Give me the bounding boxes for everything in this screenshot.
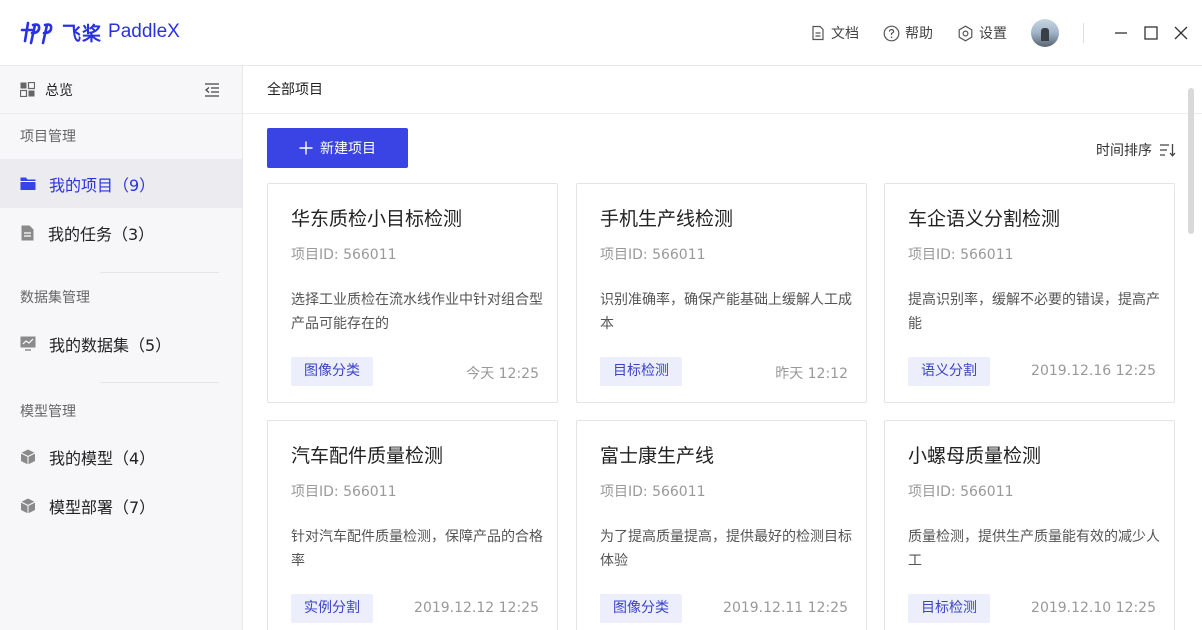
maximize-icon	[1144, 26, 1158, 40]
brand-name-en: PaddleX	[108, 21, 180, 42]
document-icon	[21, 225, 34, 240]
settings-label: 设置	[979, 26, 1007, 42]
project-time: 2019.12.11 12:25	[723, 600, 848, 616]
close-button[interactable]	[1166, 18, 1196, 48]
project-time: 2019.12.12 12:25	[414, 600, 539, 616]
sidebar-item-model-deploy[interactable]: 模型部署（7）	[0, 481, 242, 530]
project-time: 昨天 12:12	[775, 366, 848, 382]
logo[interactable]: 飞桨 PaddleX	[20, 18, 180, 46]
main-content: 全部项目 新建项目 时间排序 华东质检小目标检测 项目ID: 566011 选择…	[243, 66, 1202, 630]
divider	[1083, 23, 1084, 43]
settings-icon	[958, 25, 973, 41]
project-type-tag: 图像分类	[291, 357, 373, 386]
project-title: 手机生产线检测	[600, 208, 734, 230]
project-description: 针对汽车配件质量检测，保障产品的合格率	[291, 529, 543, 569]
paddle-logo-icon	[20, 21, 53, 45]
project-type-tag: 语义分割	[908, 357, 990, 386]
menu-fold-icon	[204, 83, 219, 97]
sidebar: 总览 项目管理 我的项目（9） 我的任务（3） 数据集管理 我的数据集（5） 模…	[0, 66, 243, 630]
project-id: 项目ID: 566011	[600, 484, 706, 500]
project-type-tag: 图像分类	[600, 594, 682, 623]
project-card[interactable]: 富士康生产线 项目ID: 566011 为了提高质量提高，提供最好的检测目标体验…	[576, 420, 867, 630]
cube-icon	[20, 498, 36, 513]
help-icon	[883, 25, 900, 41]
sidebar-item-my-datasets[interactable]: 我的数据集（5）	[0, 319, 242, 368]
plus-icon	[299, 141, 313, 155]
project-card[interactable]: 小螺母质量检测 项目ID: 566011 质量检测，提供生产质量能有效的减少人工…	[884, 420, 1175, 630]
project-id: 项目ID: 566011	[291, 247, 397, 263]
project-type-tag: 目标检测	[908, 594, 990, 623]
help-link[interactable]: 帮助	[883, 23, 933, 43]
project-card[interactable]: 车企语义分割检测 项目ID: 566011 提高识别率，缓解不必要的错误，提高产…	[884, 183, 1175, 403]
top-actions: 文档 帮助 设置	[810, 0, 1202, 66]
project-card[interactable]: 汽车配件质量检测 项目ID: 566011 针对汽车配件质量检测，保障产品的合格…	[267, 420, 558, 630]
sidebar-item-label: 我的模型（4）	[49, 448, 156, 468]
project-description: 质量检测，提供生产质量能有效的减少人工	[908, 529, 1160, 569]
minimize-button[interactable]	[1106, 18, 1136, 48]
project-id: 项目ID: 566011	[291, 484, 397, 500]
document-icon	[812, 25, 824, 41]
docs-link[interactable]: 文档	[810, 23, 859, 43]
sidebar-item-label: 我的任务（3）	[48, 224, 155, 244]
project-title: 富士康生产线	[600, 445, 715, 467]
project-time: 2019.12.16 12:25	[1031, 363, 1156, 379]
sidebar-item-my-tasks[interactable]: 我的任务（3）	[0, 208, 242, 257]
project-title: 车企语义分割检测	[908, 208, 1061, 230]
monitor-chart-icon	[20, 336, 36, 351]
project-description: 为了提高质量提高，提供最好的检测目标体验	[600, 529, 852, 569]
project-time: 2019.12.10 12:25	[1031, 600, 1156, 616]
sort-label: 时间排序	[1096, 143, 1152, 159]
sidebar-item-my-projects[interactable]: 我的项目（9）	[0, 159, 242, 208]
project-title: 小螺母质量检测	[908, 445, 1042, 467]
sort-icon	[1160, 144, 1176, 157]
scrollbar[interactable]	[1188, 88, 1194, 234]
project-description: 识别准确率，确保产能基础上缓解人工成本	[600, 292, 852, 332]
new-project-label: 新建项目	[320, 141, 376, 157]
collapse-sidebar-button[interactable]	[204, 82, 220, 102]
cube-icon	[20, 449, 36, 464]
project-type-tag: 实例分割	[291, 594, 373, 623]
sidebar-item-my-models[interactable]: 我的模型（4）	[0, 432, 242, 481]
maximize-button[interactable]	[1136, 18, 1166, 48]
sidebar-overview[interactable]: 总览	[0, 66, 242, 114]
breadcrumb: 全部项目	[243, 66, 1202, 114]
sidebar-item-label: 我的数据集（5）	[49, 335, 172, 355]
sidebar-item-label: 模型部署（7）	[49, 497, 156, 517]
group-title-datasets: 数据集管理	[20, 290, 90, 306]
title-bar: 飞桨 PaddleX 文档 帮助 设置	[0, 0, 1202, 66]
project-description: 选择工业质检在流水线作业中针对组合型产品可能存在的	[291, 292, 543, 332]
docs-label: 文档	[831, 26, 859, 42]
new-project-button[interactable]: 新建项目	[267, 128, 408, 168]
project-card[interactable]: 华东质检小目标检测 项目ID: 566011 选择工业质检在流水线作业中针对组合…	[267, 183, 558, 403]
project-id: 项目ID: 566011	[600, 247, 706, 263]
close-icon	[1174, 26, 1188, 40]
project-time: 今天 12:25	[466, 366, 539, 382]
project-description: 提高识别率，缓解不必要的错误，提高产能	[908, 292, 1160, 332]
settings-link[interactable]: 设置	[957, 23, 1007, 43]
minimize-icon	[1115, 32, 1127, 34]
project-id: 项目ID: 566011	[908, 247, 1014, 263]
dashboard-icon	[20, 82, 35, 97]
project-card[interactable]: 手机生产线检测 项目ID: 566011 识别准确率，确保产能基础上缓解人工成本…	[576, 183, 867, 403]
project-title: 汽车配件质量检测	[291, 445, 444, 467]
group-title-projects: 项目管理	[20, 129, 76, 145]
sidebar-item-label: 我的项目（9）	[49, 175, 156, 195]
group-title-models: 模型管理	[20, 404, 76, 420]
project-id: 项目ID: 566011	[908, 484, 1014, 500]
user-avatar[interactable]	[1031, 19, 1059, 47]
project-title: 华东质检小目标检测	[291, 208, 463, 230]
project-type-tag: 目标检测	[600, 357, 682, 386]
sort-by-time-button[interactable]: 时间排序	[1096, 140, 1176, 160]
overview-label: 总览	[45, 82, 73, 99]
brand-name-cn: 飞桨	[62, 22, 103, 45]
help-label: 帮助	[905, 26, 933, 42]
folder-icon	[20, 177, 36, 190]
